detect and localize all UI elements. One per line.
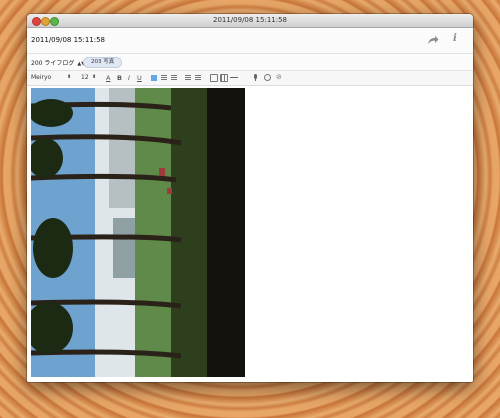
font-select-arrows: ⬍ [67,74,72,80]
align-left-icon[interactable] [151,75,157,81]
bullet-list-icon[interactable] [185,75,191,81]
share-arrow-icon[interactable] [427,35,439,45]
align-right-icon[interactable] [171,75,177,81]
gear-icon[interactable] [264,74,271,81]
size-select-arrows: ⬍ [92,74,97,80]
photo-drawing [31,88,245,377]
format-toolbar: Meiryo ⬍ 12 ⬍ A B I U ⊘ [27,71,473,86]
text-color-button[interactable]: A [106,74,110,82]
tag-pill[interactable]: 203 写真 [83,57,123,68]
microphone-stand-icon [255,79,256,81]
italic-button[interactable]: I [128,74,130,82]
window-title: 2011/09/08 15:11:58 [212,16,287,24]
checkbox-icon[interactable] [210,74,218,82]
font-select[interactable]: Meiryo [31,74,71,82]
underline-button[interactable]: U [137,74,142,82]
entry-header: 2011/09/08 15:11:58 i [27,28,473,54]
numbered-list-icon[interactable] [195,75,201,81]
title-bar: 2011/09/08 15:11:58 [27,14,473,28]
info-icon[interactable]: i [453,33,457,44]
entry-content[interactable] [27,86,473,382]
journal-select-label: 200 ライフログ [31,60,75,67]
app-window: 2011/09/08 15:11:58 2011/09/08 15:11:58 … [27,14,473,382]
bold-button[interactable]: B [117,74,122,82]
tag-bar: 200 ライフログ ▲▼ 203 写真 [27,54,473,71]
entry-date[interactable]: 2011/09/08 15:11:58 [31,36,105,44]
align-center-icon[interactable] [161,75,167,81]
horizontal-rule-icon[interactable] [230,77,238,78]
table-icon[interactable] [220,74,228,82]
journal-select[interactable]: 200 ライフログ ▲▼ [31,58,85,67]
photo-image[interactable] [31,88,245,377]
paperclip-icon[interactable]: ⊘ [276,73,282,81]
font-size-select[interactable]: 12 [81,74,99,82]
